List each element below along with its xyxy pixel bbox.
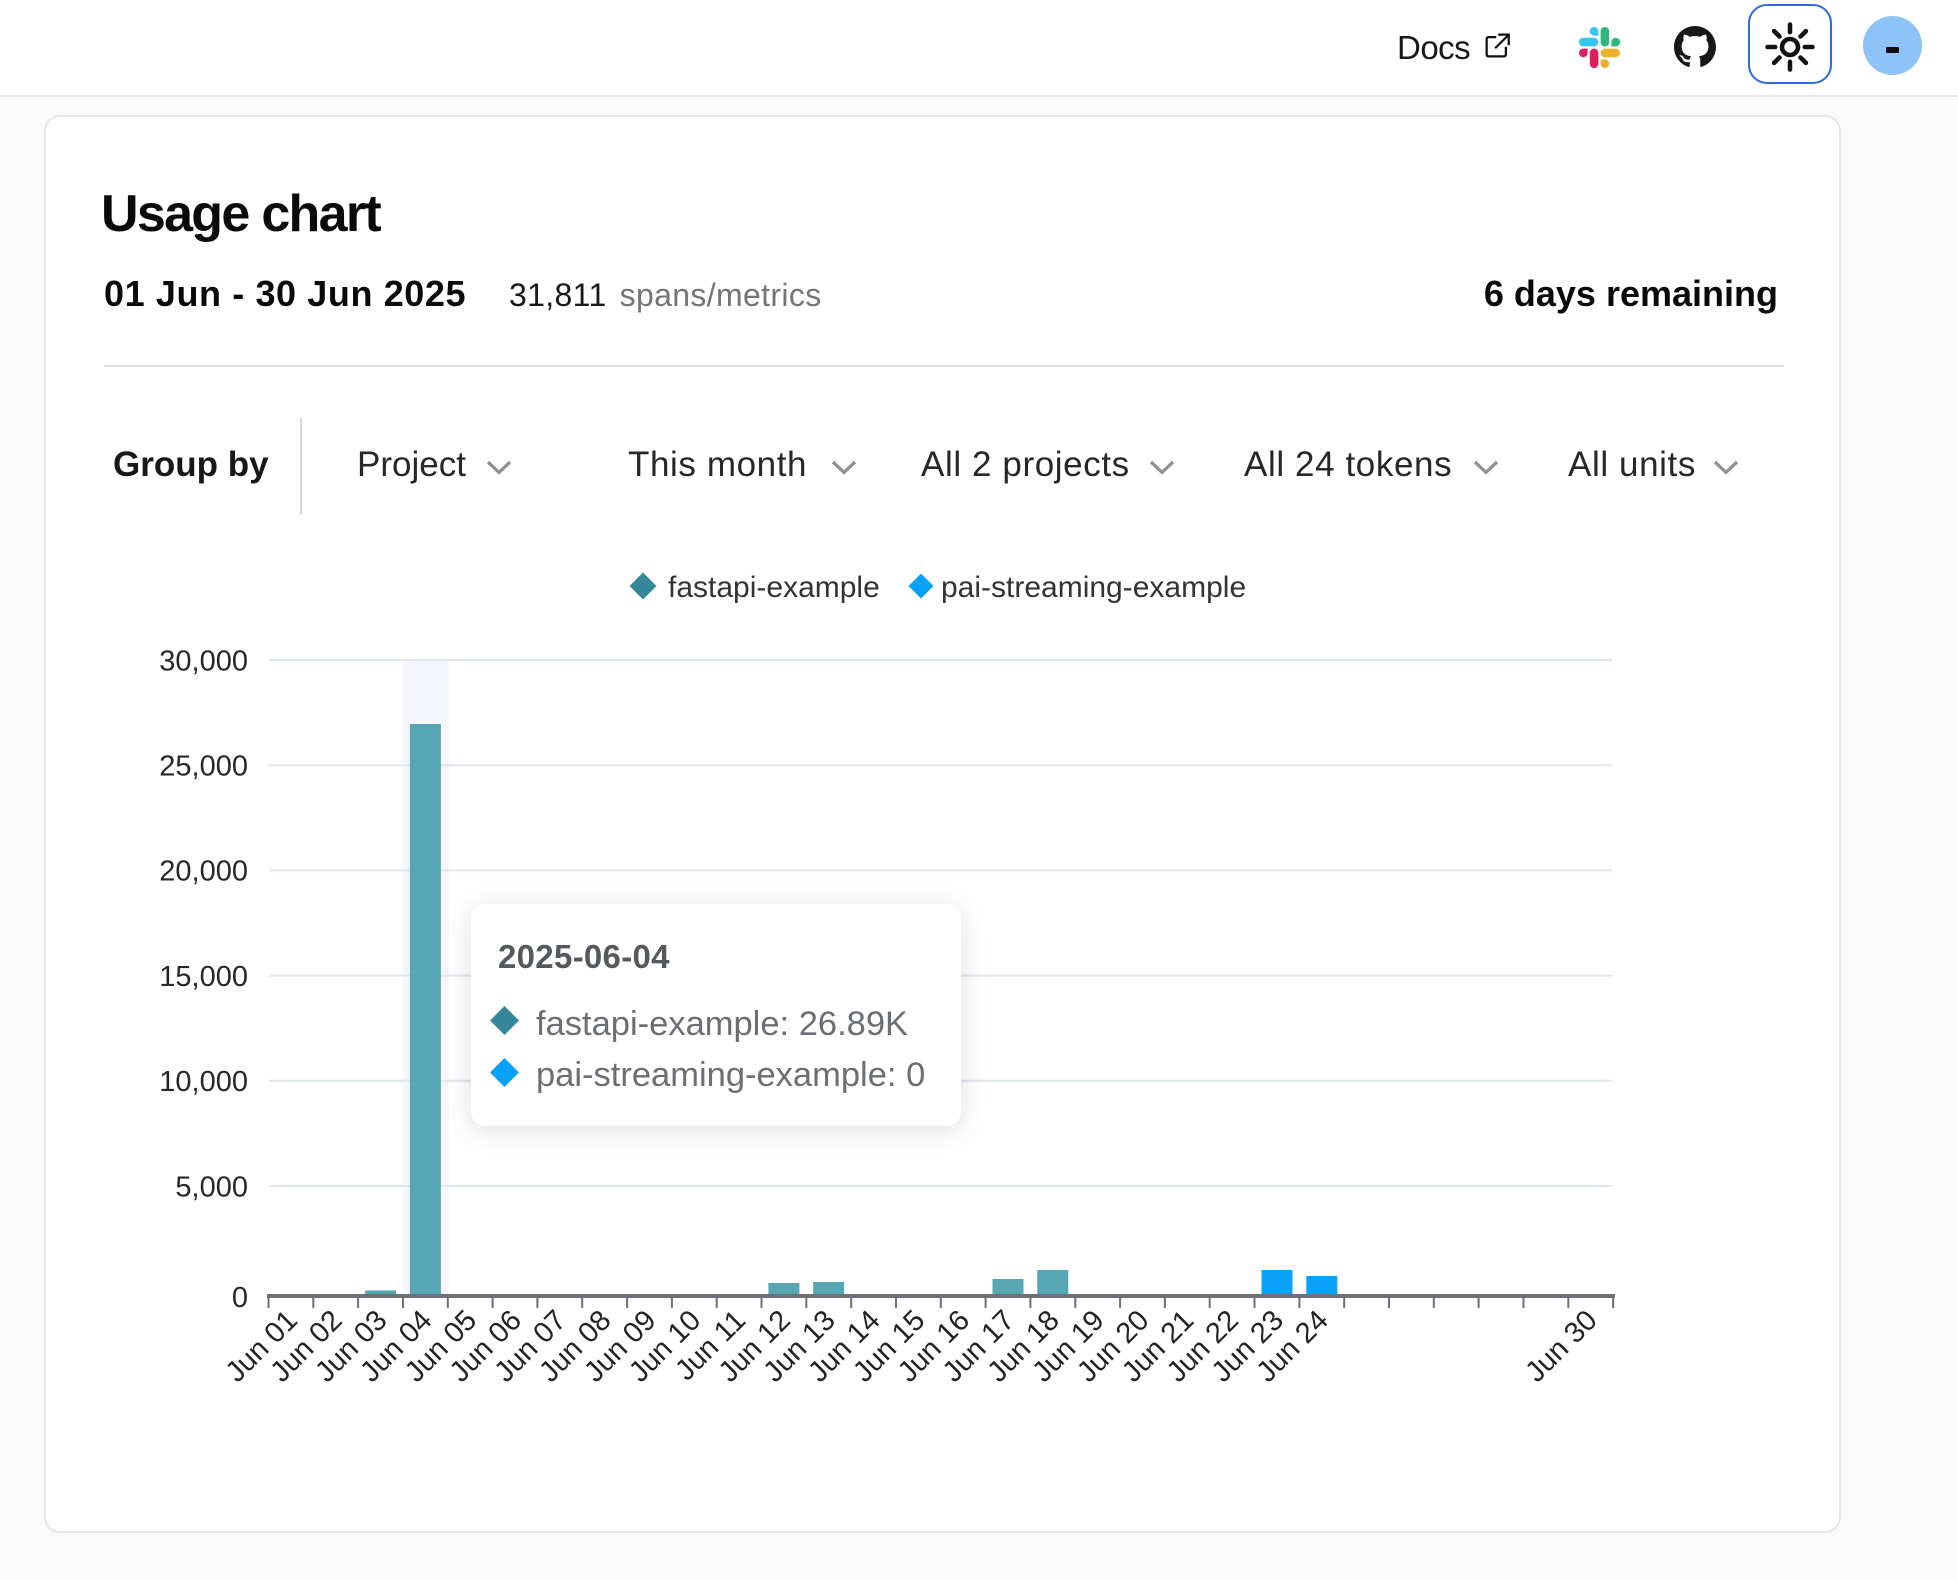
- svg-text:10,000: 10,000: [159, 1066, 248, 1098]
- svg-text:0: 0: [232, 1282, 248, 1314]
- svg-text:30,000: 30,000: [159, 646, 248, 678]
- svg-text:20,000: 20,000: [159, 856, 248, 888]
- svg-text:Jun 30: Jun 30: [1519, 1304, 1603, 1388]
- svg-text:25,000: 25,000: [159, 751, 248, 783]
- svg-text:5,000: 5,000: [175, 1172, 248, 1204]
- svg-text:15,000: 15,000: [159, 961, 248, 993]
